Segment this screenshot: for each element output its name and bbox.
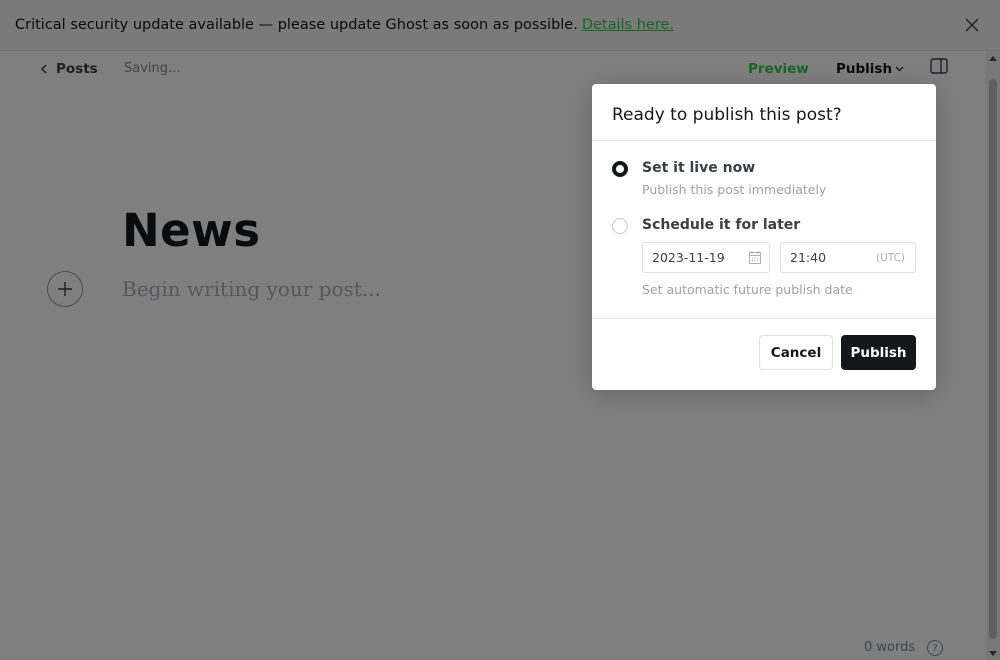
publish-now-label[interactable]: Set it live now	[642, 160, 755, 176]
modal-footer-divider	[592, 318, 936, 319]
calendar-icon	[749, 251, 761, 264]
timezone-label: (UTC)	[875, 252, 905, 264]
cancel-button[interactable]: Cancel	[759, 335, 833, 370]
schedule-time-input[interactable]: 21:40 (UTC)	[780, 242, 916, 273]
publish-now-radio[interactable]	[612, 161, 628, 177]
publish-now-description: Publish this post immediately	[642, 182, 827, 197]
modal-divider	[592, 140, 936, 141]
schedule-date-input[interactable]: 2023-11-19	[642, 242, 770, 273]
modal-title: Ready to publish this post?	[612, 105, 842, 125]
publish-modal: Ready to publish this post? Set it live …	[592, 84, 936, 390]
schedule-later-radio[interactable]	[612, 218, 628, 234]
schedule-later-label[interactable]: Schedule it for later	[642, 217, 800, 233]
schedule-later-description: Set automatic future publish date	[642, 282, 853, 297]
schedule-time-value: 21:40	[790, 250, 827, 265]
publish-button[interactable]: Publish	[841, 335, 916, 370]
schedule-date-value: 2023-11-19	[652, 250, 725, 265]
